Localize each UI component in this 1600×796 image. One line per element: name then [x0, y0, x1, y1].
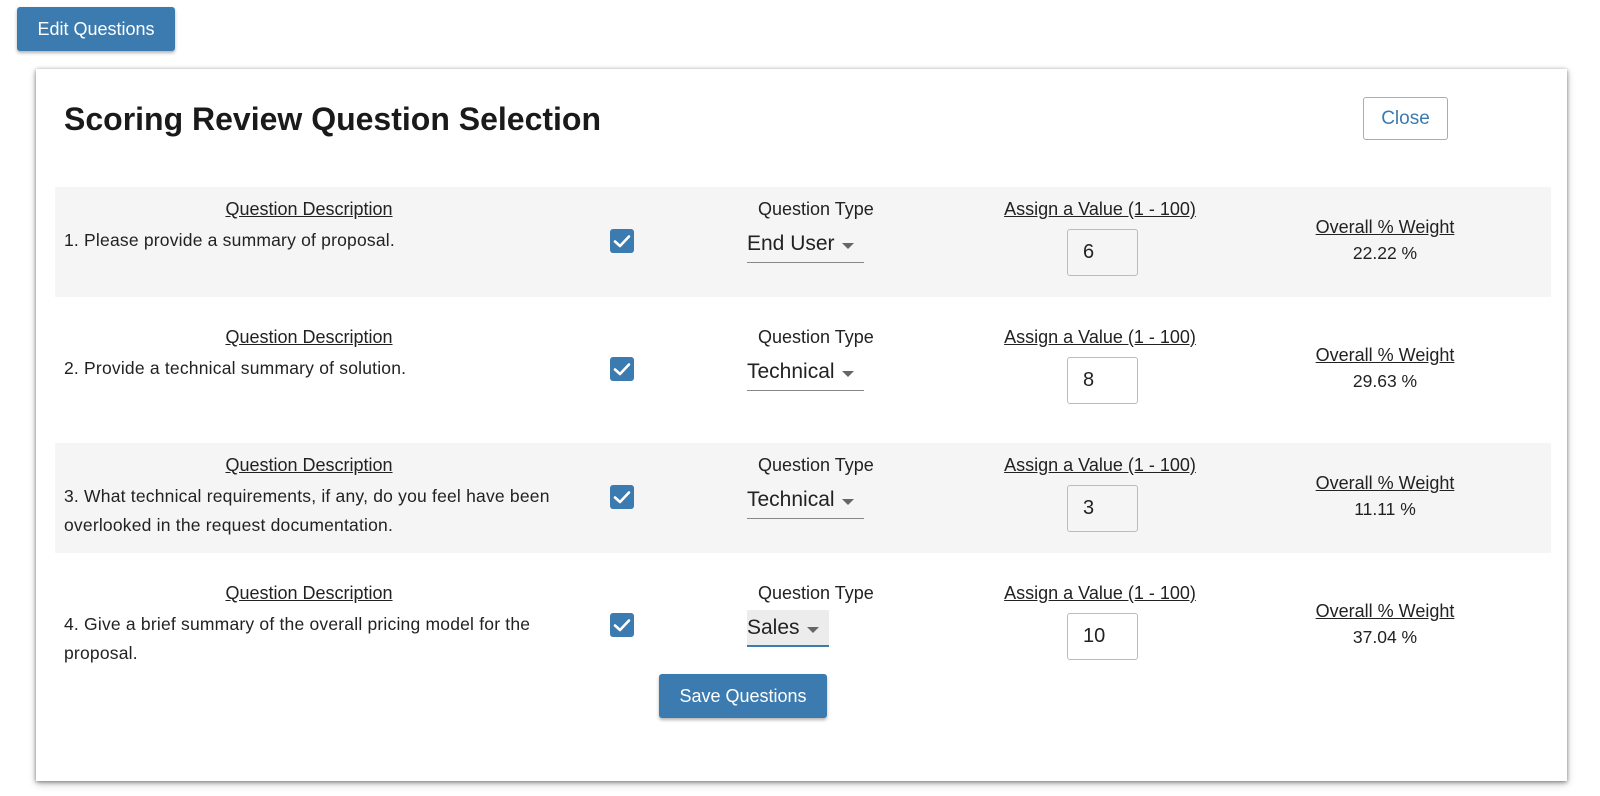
weight-cell: Overall % Weight 22.22 % [1305, 217, 1465, 264]
question-include-checkbox[interactable] [610, 613, 634, 637]
check-icon [613, 619, 631, 632]
edit-questions-button[interactable]: Edit Questions [17, 7, 175, 51]
question-description-cell: Question Description 3. What technical r… [64, 455, 554, 540]
question-description-label: Question Description [225, 583, 393, 603]
question-include-checkbox[interactable] [610, 357, 634, 381]
weight-value: 22.22 % [1352, 243, 1418, 263]
question-description-label: Question Description [225, 455, 393, 475]
value-label: Assign a Value (1 - 100) [1004, 583, 1196, 603]
question-row-1: Question Description 1. Please provide a… [55, 187, 1551, 297]
check-icon [613, 235, 631, 248]
value-cell: Assign a Value (1 - 100) [1000, 583, 1200, 660]
weight-label: Overall % Weight [1315, 601, 1455, 621]
value-input[interactable] [1067, 613, 1138, 660]
weight-cell: Overall % Weight 37.04 % [1305, 601, 1465, 648]
question-type-cell: Question Type End User [747, 199, 897, 263]
value-label: Assign a Value (1 - 100) [1004, 327, 1196, 347]
weight-label: Overall % Weight [1315, 473, 1455, 493]
value-cell: Assign a Value (1 - 100) [1000, 455, 1200, 532]
question-type-label: Question Type [758, 583, 874, 603]
weight-label: Overall % Weight [1315, 217, 1455, 237]
question-description-cell: Question Description 1. Please provide a… [64, 199, 554, 255]
question-text: 4. Give a brief summary of the overall p… [64, 614, 531, 663]
value-label: Assign a Value (1 - 100) [1004, 199, 1196, 219]
question-type-cell: Question Type Technical [747, 455, 897, 519]
question-description-cell: Question Description 2. Provide a techni… [64, 327, 554, 383]
value-input[interactable] [1067, 485, 1138, 532]
caret-down-icon [806, 626, 819, 633]
question-description-label: Question Description [225, 199, 393, 219]
question-row-3: Question Description 3. What technical r… [55, 443, 1551, 553]
weight-value: 11.11 % [1354, 499, 1416, 519]
question-include-checkbox[interactable] [610, 229, 634, 253]
caret-down-icon [841, 371, 854, 377]
question-type-select[interactable]: Sales [747, 610, 829, 647]
value-input[interactable] [1067, 229, 1138, 276]
check-icon [613, 491, 631, 504]
question-type-value: End User [747, 232, 835, 255]
close-button[interactable]: Close [1363, 97, 1448, 140]
value-input[interactable] [1067, 357, 1138, 404]
question-description-label: Question Description [225, 327, 393, 347]
question-type-cell: Question Type Sales [747, 583, 897, 647]
question-type-value: Technical [747, 488, 835, 511]
question-type-cell: Question Type Technical [747, 327, 897, 391]
question-selection-modal: Scoring Review Question Selection Close … [36, 69, 1567, 781]
save-questions-button[interactable]: Save Questions [659, 674, 827, 718]
question-row-4: Question Description 4. Give a brief sum… [55, 571, 1551, 681]
weight-cell: Overall % Weight 29.63 % [1305, 345, 1465, 392]
question-type-label: Question Type [758, 455, 874, 475]
weight-cell: Overall % Weight 11.11 % [1305, 473, 1465, 520]
value-cell: Assign a Value (1 - 100) [1000, 199, 1200, 276]
caret-down-icon [841, 243, 854, 249]
weight-value: 29.63 % [1352, 371, 1418, 391]
check-icon [613, 363, 631, 376]
question-include-checkbox[interactable] [610, 485, 634, 509]
question-description-cell: Question Description 4. Give a brief sum… [64, 583, 554, 668]
modal-title: Scoring Review Question Selection [64, 101, 602, 137]
question-text: 1. Please provide a summary of proposal. [64, 230, 395, 250]
value-cell: Assign a Value (1 - 100) [1000, 327, 1200, 404]
question-list: Question Description 1. Please provide a… [55, 187, 1551, 699]
caret-down-icon [841, 499, 854, 505]
question-type-label: Question Type [758, 327, 874, 347]
value-label: Assign a Value (1 - 100) [1004, 455, 1196, 475]
question-text: 2. Provide a technical summary of soluti… [64, 358, 407, 378]
question-type-select[interactable]: End User [747, 226, 864, 263]
weight-label: Overall % Weight [1315, 345, 1455, 365]
question-row-2: Question Description 2. Provide a techni… [55, 315, 1551, 425]
question-type-value: Technical [747, 360, 835, 383]
question-type-select[interactable]: Technical [747, 482, 864, 519]
weight-value: 37.04 % [1352, 627, 1418, 647]
question-type-value: Sales [747, 615, 800, 639]
question-type-select[interactable]: Technical [747, 354, 864, 391]
question-text: 3. What technical requirements, if any, … [64, 486, 550, 535]
question-type-label: Question Type [758, 199, 874, 219]
